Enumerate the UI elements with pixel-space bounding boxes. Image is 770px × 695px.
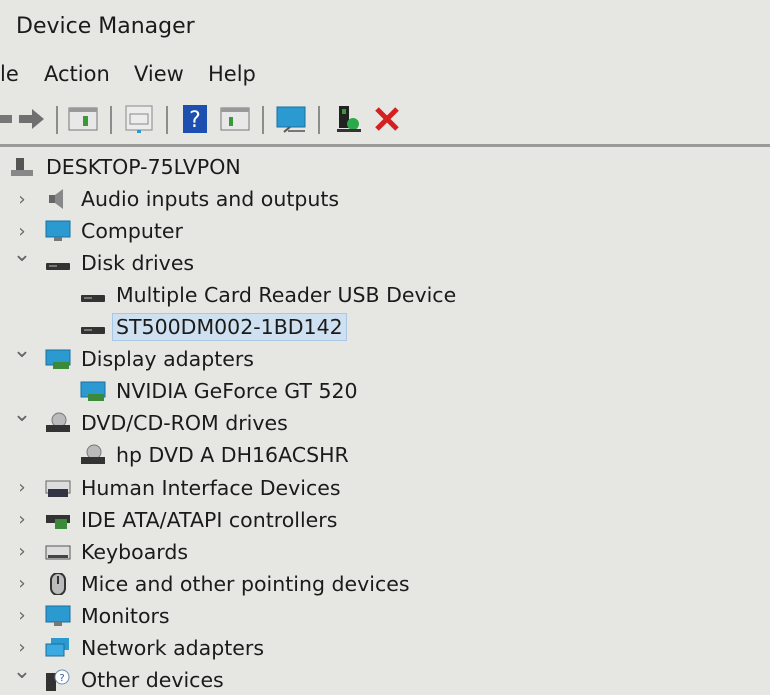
dvd-icon	[46, 412, 70, 433]
help-button[interactable]: ?	[180, 104, 210, 134]
tree-item[interactable]: ⌄ Disk drives	[0, 242, 770, 278]
display-adapter-icon	[45, 349, 71, 370]
tree-item[interactable]: › Audio inputs and outputs	[0, 184, 770, 214]
tree-item-label: Computer	[81, 219, 183, 244]
forward-arrow-icon	[19, 109, 44, 129]
chevron-right-icon[interactable]: ›	[12, 573, 32, 594]
update-driver-button[interactable]	[124, 104, 154, 134]
tree-item-label: DVD/CD-ROM drives	[81, 411, 288, 436]
speaker-icon	[49, 189, 63, 210]
tree-item-label: Mice and other pointing devices	[81, 571, 410, 596]
tree-item-label: Audio inputs and outputs	[81, 187, 340, 212]
computer-root-icon	[11, 158, 33, 176]
tree-item[interactable]: NVIDIA GeForce GT 520	[0, 376, 770, 406]
disk-icon	[81, 295, 105, 303]
scan-hardware-button[interactable]	[276, 104, 306, 134]
svg-text:?: ?	[189, 108, 201, 133]
tree-item-label: IDE ATA/ATAPI controllers	[81, 507, 338, 532]
tree-item[interactable]: › Network adapters	[0, 633, 770, 663]
chevron-down-icon[interactable]: ⌄	[12, 659, 32, 684]
dvd-icon	[81, 444, 105, 465]
ide-controller-icon	[46, 514, 70, 529]
show-hidden-button[interactable]	[220, 104, 250, 134]
chevron-right-icon[interactable]: ›	[12, 541, 32, 562]
show-hidden-icon	[220, 107, 250, 131]
menu-action[interactable]: Action	[44, 62, 110, 86]
add-driver-icon	[337, 106, 361, 132]
keyboard-icon	[45, 545, 71, 560]
disk-icon	[46, 263, 70, 271]
tree-item[interactable]: › Computer	[0, 216, 770, 246]
tree-item[interactable]: › Keyboards	[0, 537, 770, 567]
toolbar: ?	[0, 98, 770, 147]
chevron-right-icon[interactable]: ›	[12, 509, 32, 530]
tree-item-label: hp DVD A DH16ACSHR	[116, 443, 349, 468]
chevron-right-icon[interactable]: ›	[12, 189, 32, 210]
chevron-down-icon[interactable]: ⌄	[12, 402, 32, 427]
window-title: Device Manager	[16, 14, 195, 39]
chevron-right-icon[interactable]: ›	[12, 477, 32, 498]
toolbar-separator	[318, 106, 320, 134]
tree-item-label: Monitors	[81, 603, 170, 628]
mouse-icon	[50, 572, 66, 595]
tree-item[interactable]: › Monitors	[0, 601, 770, 631]
menu-view[interactable]: View	[134, 62, 184, 86]
chevron-right-icon[interactable]: ›	[12, 605, 32, 626]
tree-item[interactable]: hp DVD A DH16ACSHR	[0, 440, 770, 470]
uninstall-button[interactable]	[372, 104, 402, 134]
forward-button[interactable]	[16, 104, 46, 134]
tree-item-label: Network adapters	[81, 635, 265, 660]
tree-item-label: NVIDIA GeForce GT 520	[116, 379, 358, 404]
menu-file[interactable]: le	[0, 62, 19, 86]
tree-item[interactable]: ST500DM002-1BD142	[0, 312, 770, 342]
help-icon: ?	[183, 105, 207, 133]
add-driver-button[interactable]	[334, 104, 364, 134]
tree-item-label: Disk drives	[81, 251, 195, 276]
tree-item-label: ST500DM002-1BD142	[112, 313, 347, 342]
back-arrow-icon	[0, 109, 12, 129]
tree-item-label: Keyboards	[81, 539, 189, 564]
tree-item[interactable]: ⌄ DVD/CD-ROM drives	[0, 402, 770, 438]
svg-text:?: ?	[59, 673, 64, 684]
toolbar-separator	[262, 106, 264, 134]
chevron-down-icon[interactable]: ⌄	[12, 338, 32, 363]
tree-item[interactable]: › Human Interface Devices	[0, 473, 770, 503]
properties-icon	[68, 107, 98, 131]
monitor-icon	[45, 605, 71, 626]
toolbar-separator	[56, 106, 58, 134]
disk-icon	[81, 327, 105, 335]
back-button[interactable]	[0, 104, 16, 134]
hid-icon	[45, 480, 71, 497]
menu-help[interactable]: Help	[208, 62, 256, 86]
tree-item[interactable]: › IDE ATA/ATAPI controllers	[0, 505, 770, 535]
chevron-down-icon[interactable]: ⌄	[12, 242, 32, 267]
network-icon	[45, 637, 69, 657]
toolbar-separator	[166, 106, 168, 134]
tree-item[interactable]: ⌄? Other devices	[0, 659, 770, 695]
uninstall-icon	[375, 107, 399, 131]
tree-item-label: DESKTOP-75LVPON	[46, 155, 241, 179]
update-driver-icon	[125, 105, 153, 133]
toolbar-separator	[110, 106, 112, 134]
tree-item[interactable]: DESKTOP-75LVPON	[0, 152, 770, 182]
tree-item[interactable]: Multiple Card Reader USB Device	[0, 280, 770, 310]
unknown-device-icon: ?	[46, 669, 70, 691]
display-adapter-icon	[80, 381, 106, 402]
tree-item-label: Other devices	[81, 667, 224, 692]
chevron-right-icon[interactable]: ›	[12, 221, 32, 242]
tree-item-label: Multiple Card Reader USB Device	[116, 283, 457, 308]
scan-hardware-icon	[276, 106, 306, 133]
properties-button[interactable]	[68, 104, 98, 134]
tree-item-label: Human Interface Devices	[81, 475, 341, 500]
chevron-right-icon[interactable]: ›	[12, 637, 32, 658]
monitor-icon	[45, 220, 71, 242]
tree-item[interactable]: ⌄ Display adapters	[0, 338, 770, 374]
tree-item-label: Display adapters	[81, 347, 254, 372]
tree-item[interactable]: › Mice and other pointing devices	[0, 569, 770, 599]
